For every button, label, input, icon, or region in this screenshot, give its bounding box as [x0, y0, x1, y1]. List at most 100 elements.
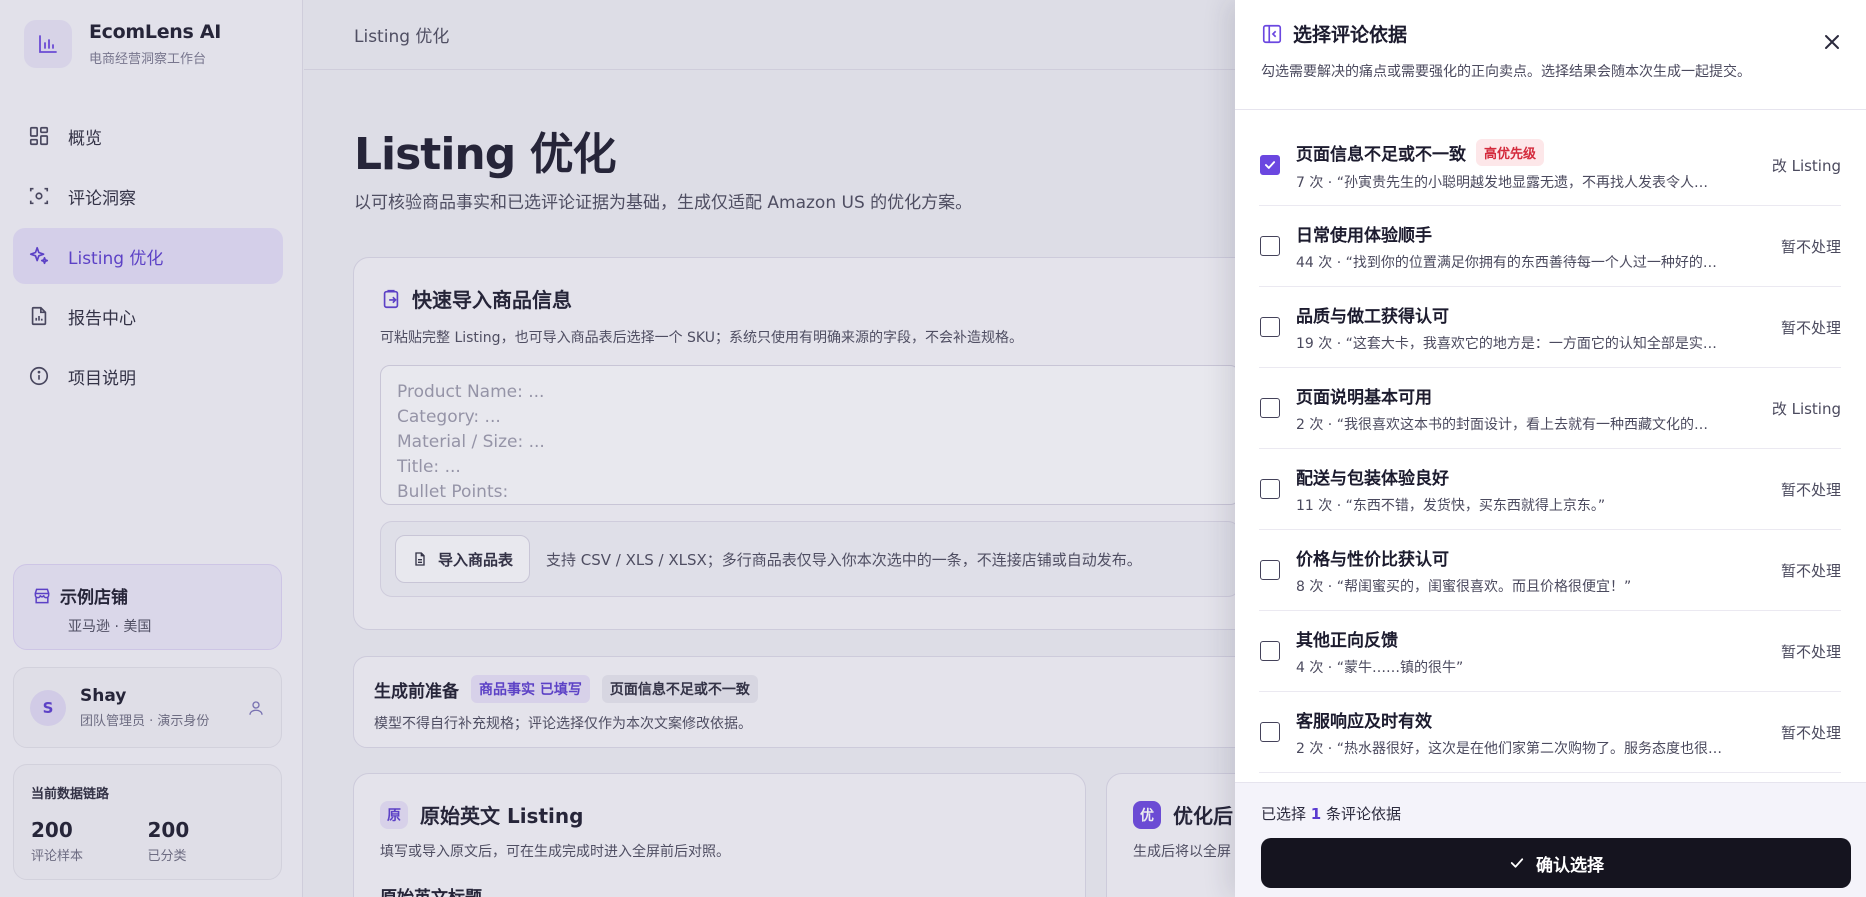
check-icon: [1510, 858, 1524, 868]
checkbox[interactable]: [1260, 560, 1280, 580]
priority-badge: 高优先级: [1476, 138, 1545, 166]
user-role: 团队管理员 · 演示身份: [80, 714, 210, 729]
item-meta: 8 次 · “帮闺蜜买的，闺蜜很喜欢。而且价格很便宜！”: [1296, 578, 1632, 595]
listing-textarea[interactable]: Product Name: ... Category: ... Material…: [380, 365, 1240, 505]
panel-collapse-icon: [1262, 24, 1282, 43]
list-item[interactable]: 日常使用体验顺手 44 次 · “找到你的位置满足你拥有的东西善待每一个人过一种…: [1259, 206, 1841, 287]
item-meta: 11 次 · “东西不错，发货快，买东西就得上京东。”: [1296, 497, 1606, 514]
stat-label: 评论样本: [31, 849, 84, 864]
list-item[interactable]: 其他正向反馈 4 次 · “蒙牛……镇的很牛” 暂不处理: [1259, 611, 1841, 692]
user-icon[interactable]: [247, 699, 265, 717]
stat-classified: 200 已分类: [148, 818, 265, 864]
item-action: 暂不处理: [1780, 642, 1841, 661]
selection-suffix: 条评论依据: [1321, 805, 1401, 823]
item-meta: 44 次 · “找到你的位置满足你拥有的东西善待每一个人过一种好的…: [1296, 254, 1717, 271]
selection-prefix: 已选择: [1261, 805, 1311, 823]
list-item[interactable]: 页面信息不足或不一致 高优先级 7 次 · “孙寅贵先生的小聪明越发地显露无遗，不…: [1259, 125, 1841, 206]
list-item[interactable]: 配送与包装体验良好 11 次 · “东西不错，发货快，买东西就得上京东。” 暂不…: [1259, 449, 1841, 530]
import-sheet-label: 导入商品表: [438, 550, 514, 569]
sidebar: EcomLens AI 电商经营洞察工作台 概览 评论洞察 Listing 优化…: [0, 0, 303, 897]
store-card[interactable]: 示例店铺 亚马逊 · 美国: [13, 564, 282, 650]
store-icon: [34, 588, 50, 603]
item-meta: 7 次 · “孙寅贵先生的小聪明越发地显露无遗，不再找人发表令人…: [1296, 174, 1708, 191]
file-icon: [415, 552, 425, 566]
confirm-selection-button[interactable]: 确认选择: [1261, 838, 1851, 888]
sidebar-item-label: Listing 优化: [68, 248, 164, 269]
item-title: 客服响应及时有效: [1296, 711, 1432, 732]
store-subtitle: 亚马逊 · 美国: [68, 619, 152, 635]
check-icon: [1264, 161, 1276, 169]
selection-count: 1: [1310, 805, 1322, 823]
list-item[interactable]: 品质与做工获得认可 19 次 · “这套大卡，我喜欢它的地方是：一方面它的认知全…: [1259, 287, 1841, 368]
item-action: 改 Listing: [1771, 156, 1841, 175]
original-desc: 填写或导入原文后，可在生成完成时进入全屏前后对照。: [380, 844, 730, 860]
sidebar-item-report-center[interactable]: 报告中心: [13, 288, 283, 344]
stat-value: 200: [147, 818, 190, 842]
stat-value: 200: [31, 818, 73, 842]
drawer-subtitle: 勾选需要解决的痛点或需要强化的正向卖点。选择结果会随本次生成一起提交。: [1261, 64, 1751, 80]
review-basis-list: 页面信息不足或不一致 高优先级 7 次 · “孙寅贵先生的小聪明越发地显露无遗，不…: [1259, 125, 1841, 773]
item-title: 其他正向反馈: [1296, 630, 1398, 651]
checkbox[interactable]: [1260, 641, 1280, 661]
item-action: 暂不处理: [1780, 480, 1841, 499]
stat-review-samples: 200 评论样本: [31, 818, 148, 864]
sidebar-item-overview[interactable]: 概览: [13, 108, 283, 164]
checkbox-checked[interactable]: [1260, 155, 1280, 175]
item-action: 暂不处理: [1780, 723, 1841, 742]
optimized-badge: 优: [1133, 800, 1161, 829]
user-card[interactable]: S Shay 团队管理员 · 演示身份: [13, 667, 282, 748]
checkbox[interactable]: [1260, 398, 1280, 418]
store-title: 示例店铺: [60, 588, 128, 608]
import-sheet-button[interactable]: 导入商品表: [395, 535, 531, 583]
brand-subtitle: 电商经营洞察工作台: [89, 52, 207, 67]
list-item[interactable]: 价格与性价比获认可 8 次 · “帮闺蜜买的，闺蜜很喜欢。而且价格很便宜！” 暂…: [1259, 530, 1841, 611]
sidebar-item-listing-optimization[interactable]: Listing 优化: [13, 228, 283, 284]
sidebar-item-label: 评论洞察: [68, 188, 136, 209]
checkbox[interactable]: [1260, 722, 1280, 742]
sparkles-icon: [29, 246, 49, 265]
scan-icon: [29, 187, 49, 205]
item-title: 品质与做工获得认可: [1296, 306, 1449, 327]
item-title: 价格与性价比获认可: [1296, 549, 1449, 570]
page-title: Listing 优化: [354, 129, 617, 180]
item-title: 配送与包装体验良好: [1296, 468, 1449, 489]
item-title: 页面说明基本可用: [1296, 387, 1432, 408]
confirm-label: 确认选择: [1536, 855, 1604, 876]
checkbox[interactable]: [1260, 236, 1280, 256]
item-meta: 4 次 · “蒙牛……镇的很牛”: [1296, 659, 1464, 676]
drawer-title: 选择评论依据: [1293, 24, 1408, 46]
facts-filled-chip: 商品事实 已填写: [471, 675, 590, 703]
data-chain-title: 当前数据链路: [31, 787, 110, 802]
brand-name: EcomLens AI: [89, 21, 222, 43]
item-meta: 2 次 · “热水器很好，这次是在他们家第二次购物了。服务态度也很…: [1296, 740, 1722, 757]
item-action: 暂不处理: [1780, 561, 1841, 580]
checkbox[interactable]: [1260, 479, 1280, 499]
chart-logo-icon: [24, 20, 72, 68]
original-title: 原始英文 Listing: [420, 804, 584, 828]
item-title: 页面信息不足或不一致: [1296, 144, 1466, 165]
item-action: 暂不处理: [1780, 318, 1841, 337]
clipboard-import-icon: [383, 289, 399, 308]
user-name: Shay: [80, 686, 127, 706]
sidebar-item-label: 报告中心: [68, 308, 136, 329]
import-hint: 支持 CSV / XLS / XLSX；多行商品表仅导入你本次选中的一条，不连接…: [546, 550, 1142, 569]
import-desc: 可粘贴完整 Listing，也可导入商品表后选择一个 SKU；系统只使用有明确来…: [380, 330, 1023, 346]
import-row: 导入商品表 支持 CSV / XLS / XLSX；多行商品表仅导入你本次选中的…: [380, 521, 1240, 597]
close-icon[interactable]: [1820, 30, 1844, 54]
list-item[interactable]: 页面说明基本可用 2 次 · “我很喜欢这本书的封面设计，看上去就有一种西藏文化…: [1259, 368, 1841, 449]
sidebar-item-review-insights[interactable]: 评论洞察: [13, 168, 283, 224]
avatar: S: [30, 689, 66, 726]
sidebar-item-project-info[interactable]: 项目说明: [13, 348, 283, 404]
item-title: 日常使用体验顺手: [1296, 225, 1432, 246]
item-action: 暂不处理: [1780, 237, 1841, 256]
item-meta: 19 次 · “这套大卡，我喜欢它的地方是：一方面它的认知全部是实…: [1296, 335, 1717, 352]
checkbox[interactable]: [1260, 317, 1280, 337]
item-meta: 2 次 · “我很喜欢这本书的封面设计，看上去就有一种西藏文化的…: [1296, 416, 1708, 433]
quick-import-card: 快速导入商品信息 可粘贴完整 Listing，也可导入商品表后选择一个 SKU；…: [353, 257, 1253, 630]
pre-generation-card: 生成前准备 商品事实 已填写 页面信息不足或不一致 模型不得自行补充规格；评论选…: [353, 656, 1253, 748]
selected-issue-chip: 页面信息不足或不一致: [601, 675, 758, 703]
list-item[interactable]: 客服响应及时有效 2 次 · “热水器很好，这次是在他们家第二次购物了。服务态度…: [1259, 692, 1841, 773]
page-subtitle: 以可核验商品事实和已选评论证据为基础，生成仅适配 Amazon US 的优化方案…: [354, 193, 973, 213]
brand[interactable]: EcomLens AI 电商经营洞察工作台: [24, 20, 221, 68]
report-icon: [31, 306, 47, 326]
